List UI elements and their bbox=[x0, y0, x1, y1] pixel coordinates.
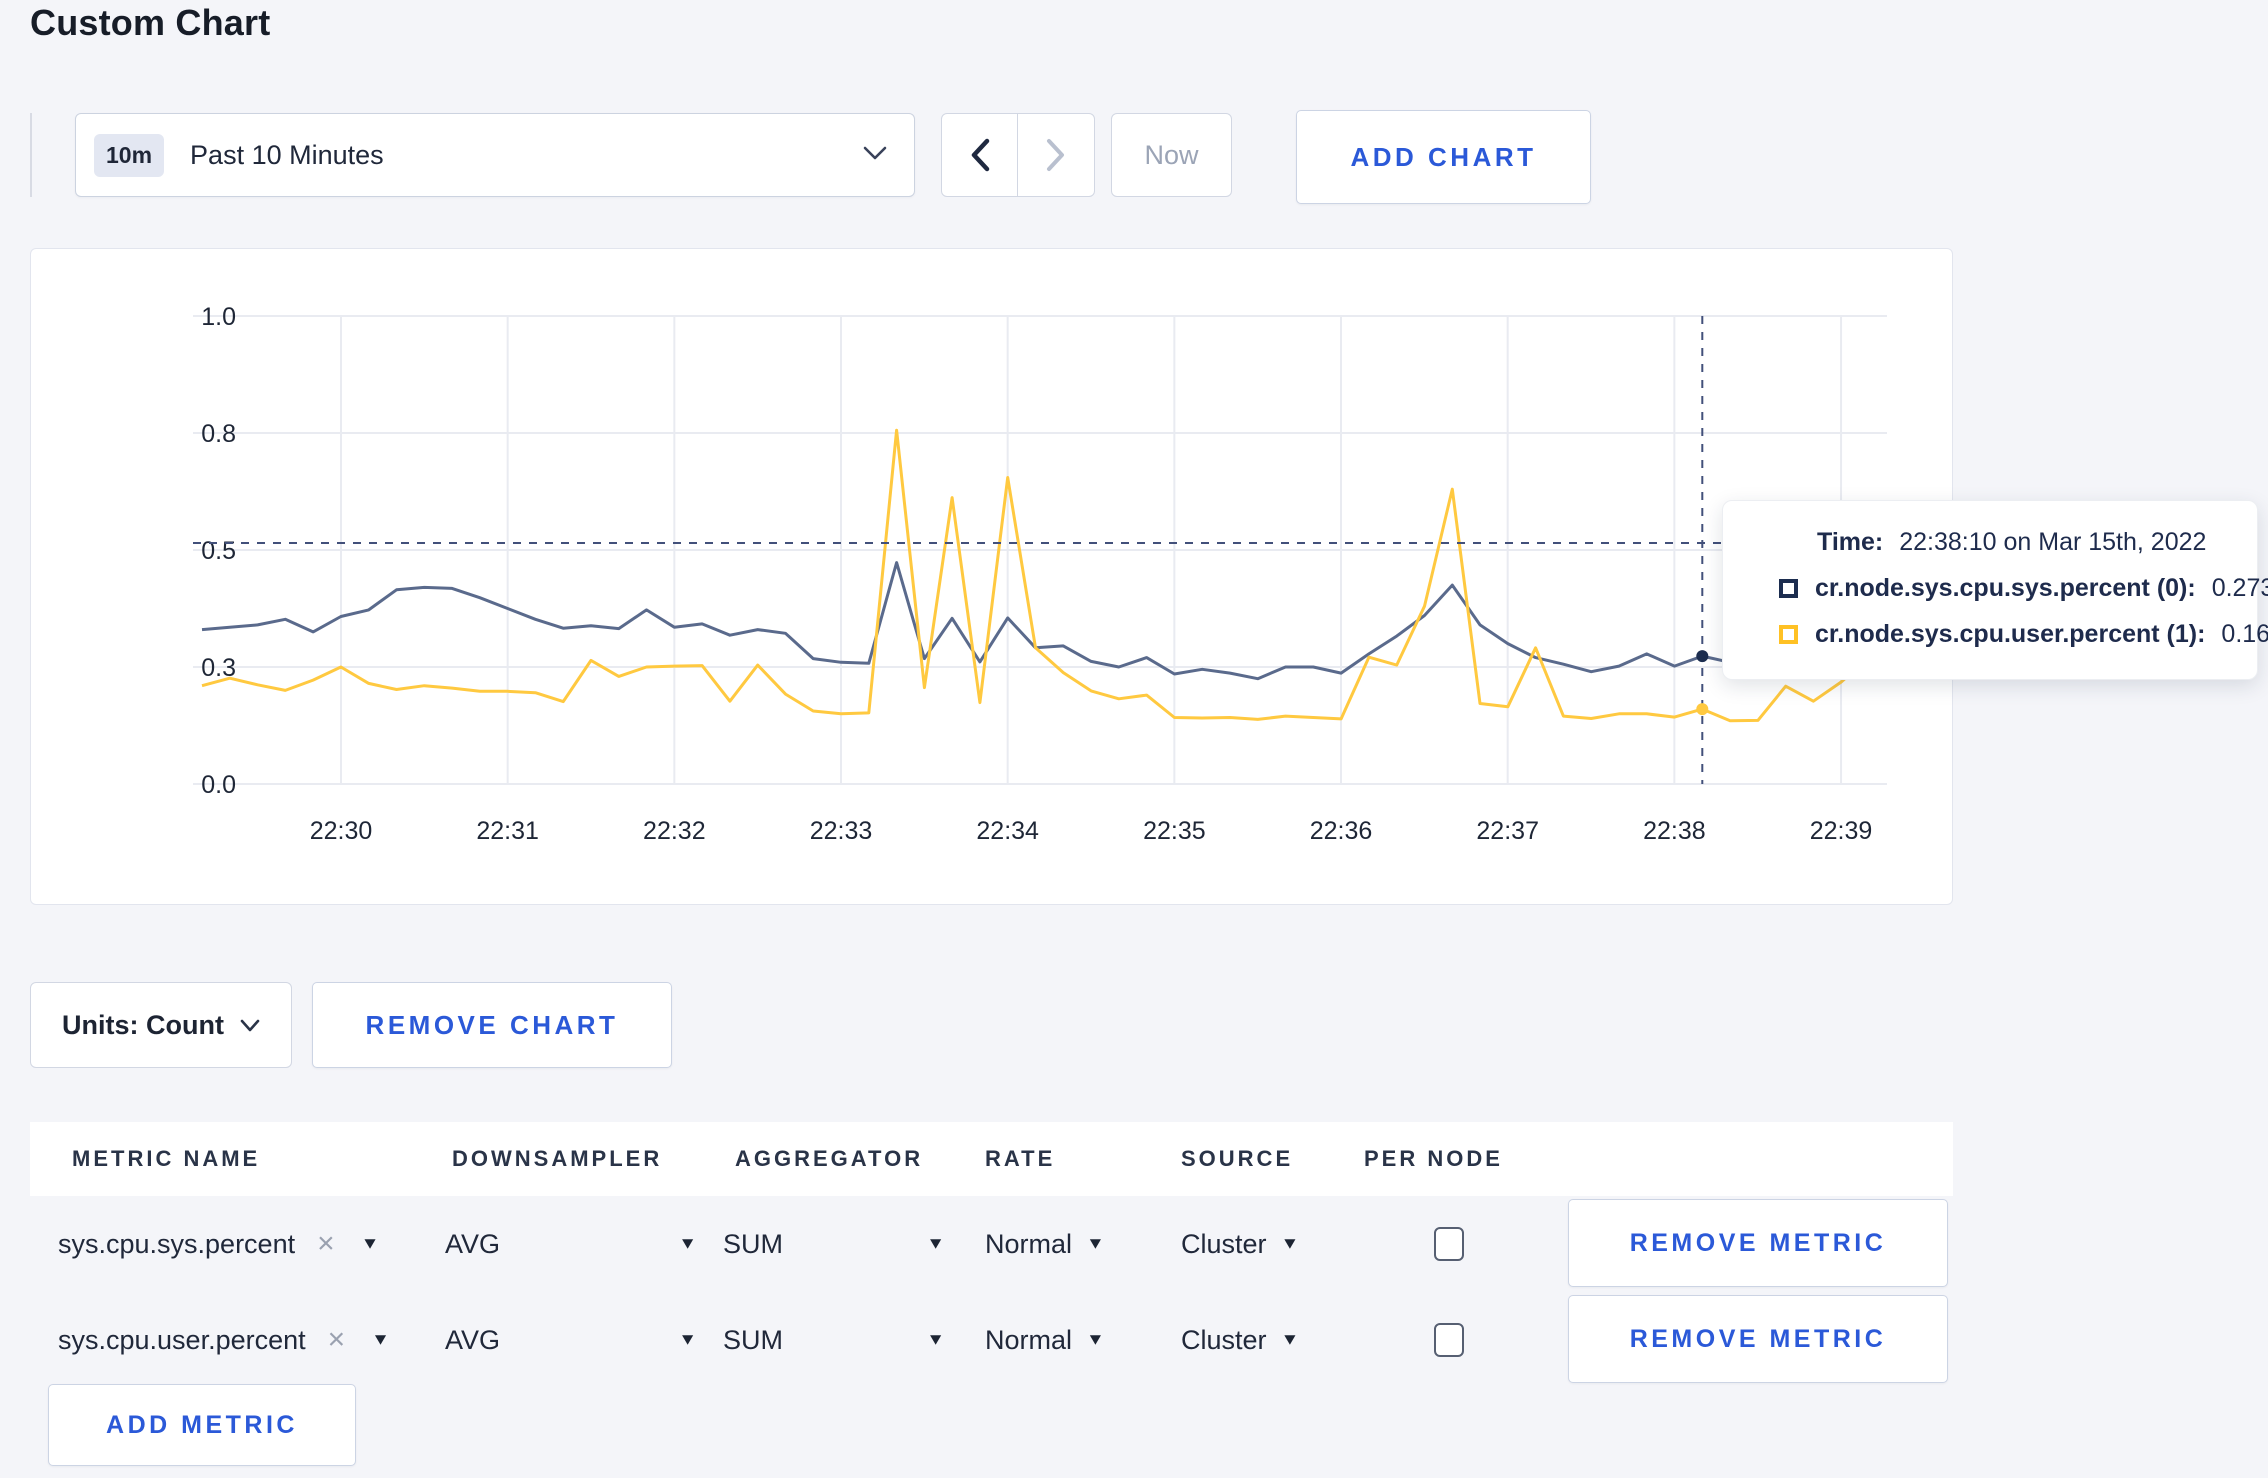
caret-down-icon: ▼ bbox=[371, 1330, 390, 1349]
downsampler-value: AVG bbox=[445, 1228, 501, 1259]
previous-time-button[interactable] bbox=[942, 114, 1018, 196]
rate-value: Normal bbox=[985, 1324, 1073, 1355]
header-per-node: PER NODE bbox=[1364, 1146, 1503, 1171]
downsampler-select[interactable]: AVG ▼ bbox=[445, 1196, 697, 1292]
rate-select[interactable]: Normal ▼ bbox=[985, 1196, 1105, 1292]
page-title: Custom Chart bbox=[30, 2, 271, 43]
remove-chart-button[interactable]: REMOVE CHART bbox=[312, 982, 672, 1068]
caret-down-icon: ▼ bbox=[678, 1330, 697, 1349]
caret-down-icon: ▼ bbox=[1086, 1234, 1105, 1253]
header-aggregator: AGGREGATOR bbox=[735, 1146, 924, 1171]
toolbar-divider bbox=[30, 113, 32, 197]
units-dropdown[interactable]: Units: Count bbox=[30, 982, 292, 1068]
aggregator-value: SUM bbox=[723, 1324, 783, 1355]
y-axis-tick-label: 0.0 bbox=[201, 771, 236, 799]
tooltip-time-value: 22:38:10 on Mar 15th, 2022 bbox=[1899, 528, 2207, 556]
clear-metric-icon[interactable]: × bbox=[317, 1227, 335, 1261]
x-axis-tick-label: 22:33 bbox=[810, 817, 873, 845]
time-step-buttons bbox=[941, 113, 1095, 197]
metric-name-select[interactable]: sys.cpu.sys.percent × ▼ bbox=[58, 1196, 379, 1292]
x-axis-tick-label: 22:39 bbox=[1810, 817, 1873, 845]
metric-row: sys.cpu.sys.percent × ▼ AVG ▼ SUM ▼ Norm… bbox=[30, 1196, 1953, 1292]
source-select[interactable]: Cluster ▼ bbox=[1181, 1196, 1299, 1292]
source-value: Cluster bbox=[1181, 1228, 1267, 1259]
per-node-cell bbox=[1364, 1292, 1534, 1388]
chevron-down-icon bbox=[240, 1019, 260, 1031]
next-time-button[interactable] bbox=[1018, 114, 1094, 196]
add-chart-button[interactable]: ADD CHART bbox=[1296, 110, 1591, 204]
caret-down-icon: ▼ bbox=[1280, 1330, 1300, 1349]
now-button[interactable]: Now bbox=[1111, 113, 1232, 197]
metric-name-select[interactable]: sys.cpu.user.percent × ▼ bbox=[58, 1292, 390, 1388]
aggregator-value: SUM bbox=[723, 1228, 783, 1259]
per-node-checkbox[interactable] bbox=[1434, 1227, 1464, 1261]
metric-row: sys.cpu.user.percent × ▼ AVG ▼ SUM ▼ Nor… bbox=[30, 1292, 1953, 1388]
units-label: Units: Count bbox=[62, 1009, 224, 1040]
header-source: SOURCE bbox=[1181, 1146, 1294, 1171]
caret-down-icon: ▼ bbox=[926, 1234, 945, 1253]
tooltip-sys-metric-value: 0.2732 bbox=[2211, 574, 2268, 602]
caret-down-icon: ▼ bbox=[1086, 1330, 1105, 1349]
metrics-table-header: METRIC NAME DOWNSAMPLER AGGREGATOR RATE … bbox=[30, 1122, 1953, 1196]
x-axis-tick-label: 22:36 bbox=[1310, 817, 1373, 845]
y-axis-tick-label: 0.8 bbox=[201, 420, 236, 448]
header-rate: RATE bbox=[985, 1146, 1056, 1171]
hover-point-dot bbox=[1696, 650, 1709, 663]
rate-value: Normal bbox=[985, 1228, 1073, 1259]
aggregator-select[interactable]: SUM ▼ bbox=[723, 1292, 945, 1388]
caret-down-icon: ▼ bbox=[926, 1330, 945, 1349]
chart-hover-tooltip: Time: 22:38:10 on Mar 15th, 2022 cr.node… bbox=[1722, 500, 2268, 680]
y-axis-tick-label: 0.5 bbox=[201, 537, 236, 565]
x-axis-tick-label: 22:30 bbox=[310, 817, 373, 845]
tooltip-user-metric-value: 0.1601 bbox=[2221, 620, 2268, 648]
x-axis-tick-label: 22:35 bbox=[1143, 817, 1206, 845]
caret-down-icon: ▼ bbox=[1280, 1234, 1300, 1253]
aggregator-select[interactable]: SUM ▼ bbox=[723, 1196, 945, 1292]
tooltip-time-label: Time: bbox=[1817, 528, 1884, 556]
source-select[interactable]: Cluster ▼ bbox=[1181, 1292, 1299, 1388]
caret-down-icon: ▼ bbox=[360, 1234, 380, 1253]
header-downsampler: DOWNSAMPLER bbox=[452, 1146, 663, 1171]
per-node-checkbox[interactable] bbox=[1434, 1323, 1464, 1357]
user-series-swatch-icon bbox=[1779, 625, 1798, 644]
time-range-badge: 10m bbox=[94, 133, 165, 177]
header-metric-name: METRIC NAME bbox=[72, 1146, 261, 1171]
metric-name-value: sys.cpu.sys.percent bbox=[58, 1228, 296, 1259]
caret-down-icon: ▼ bbox=[678, 1234, 697, 1253]
x-axis-tick-label: 22:37 bbox=[1476, 817, 1539, 845]
custom-chart-panel: 0.0 0.3 0.5 0.8 1.0 22:30 22:31 22:32 22:33 22:34… bbox=[30, 248, 1953, 905]
remove-metric-button[interactable]: REMOVE METRIC bbox=[1568, 1199, 1948, 1287]
source-value: Cluster bbox=[1181, 1324, 1267, 1355]
x-axis-tick-label: 22:31 bbox=[476, 817, 539, 845]
y-axis-tick-label: 1.0 bbox=[201, 303, 236, 331]
remove-metric-button[interactable]: REMOVE METRIC bbox=[1568, 1295, 1948, 1383]
x-axis-tick-label: 22:32 bbox=[643, 817, 706, 845]
time-range-dropdown[interactable]: 10m Past 10 Minutes bbox=[75, 113, 915, 197]
chevron-down-icon bbox=[862, 145, 888, 166]
downsampler-value: AVG bbox=[445, 1324, 501, 1355]
tooltip-sys-metric-label: cr.node.sys.cpu.sys.percent (0): bbox=[1815, 574, 2196, 602]
add-metric-button[interactable]: ADD METRIC bbox=[48, 1384, 356, 1466]
downsampler-select[interactable]: AVG ▼ bbox=[445, 1292, 697, 1388]
sys-series-swatch-icon bbox=[1779, 579, 1798, 598]
cpu-line-chart[interactable]: 0.00.30.50.81.022:30 22:31 22:32 22:33 22:34… bbox=[31, 249, 1954, 904]
user-cpu-line bbox=[201, 428, 1870, 723]
hover-point-dot bbox=[1696, 703, 1709, 716]
tooltip-user-metric-label: cr.node.sys.cpu.user.percent (1): bbox=[1815, 620, 2206, 648]
sys-cpu-line bbox=[201, 561, 1870, 681]
x-axis-tick-label: 22:34 bbox=[976, 817, 1039, 845]
x-axis-tick-label: 22:38 bbox=[1643, 817, 1706, 845]
clear-metric-icon[interactable]: × bbox=[328, 1323, 346, 1357]
per-node-cell bbox=[1364, 1196, 1534, 1292]
metric-name-value: sys.cpu.user.percent bbox=[58, 1324, 306, 1355]
time-range-label: Past 10 Minutes bbox=[190, 139, 384, 170]
rate-select[interactable]: Normal ▼ bbox=[985, 1292, 1105, 1388]
